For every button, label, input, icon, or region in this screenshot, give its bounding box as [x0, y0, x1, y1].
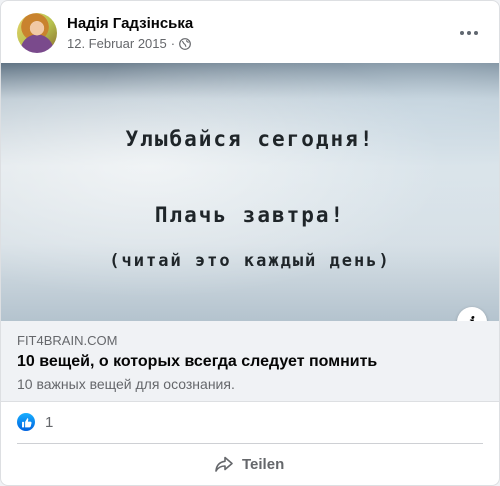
share-arrow-icon: [215, 456, 233, 472]
post-meta: 12. Februar 2015 ·: [67, 36, 191, 51]
post-card: Надія Гадзінська 12. Februar 2015 · Улыб…: [0, 0, 500, 486]
reaction-count[interactable]: 1: [45, 414, 53, 431]
link-domain: FIT4BRAIN.COM: [17, 333, 118, 348]
actions-divider: [17, 443, 483, 444]
image-text-line-2: Плачь завтра!: [154, 203, 346, 227]
globe-icon[interactable]: [179, 37, 191, 50]
post-date[interactable]: 12. Februar 2015: [67, 36, 167, 51]
link-preview-image[interactable]: Улыбайся сегодня! Плачь завтра! (читай э…: [1, 63, 499, 321]
author-avatar[interactable]: [17, 13, 57, 53]
reactions-summary[interactable]: 1: [17, 411, 53, 433]
image-text-line-1: Улыбайся сегодня!: [125, 127, 375, 151]
author-name[interactable]: Надія Гадзінська: [67, 15, 193, 32]
share-label: Teilen: [242, 455, 285, 473]
link-description: 10 важных вещей для осознания.: [17, 376, 235, 392]
image-text-line-3: (читай это каждый день): [109, 251, 391, 271]
more-options-icon[interactable]: [457, 21, 481, 45]
link-preview-box[interactable]: FIT4BRAIN.COM 10 вещей, о которых всегда…: [1, 321, 499, 402]
info-icon[interactable]: i: [457, 307, 487, 321]
share-button[interactable]: Teilen: [206, 451, 292, 477]
like-icon: [17, 413, 35, 431]
link-title: 10 вещей, о которых всегда следует помни…: [17, 353, 378, 370]
post-header: Надія Гадзінська 12. Februar 2015 ·: [17, 13, 487, 57]
meta-separator: ·: [170, 36, 176, 51]
